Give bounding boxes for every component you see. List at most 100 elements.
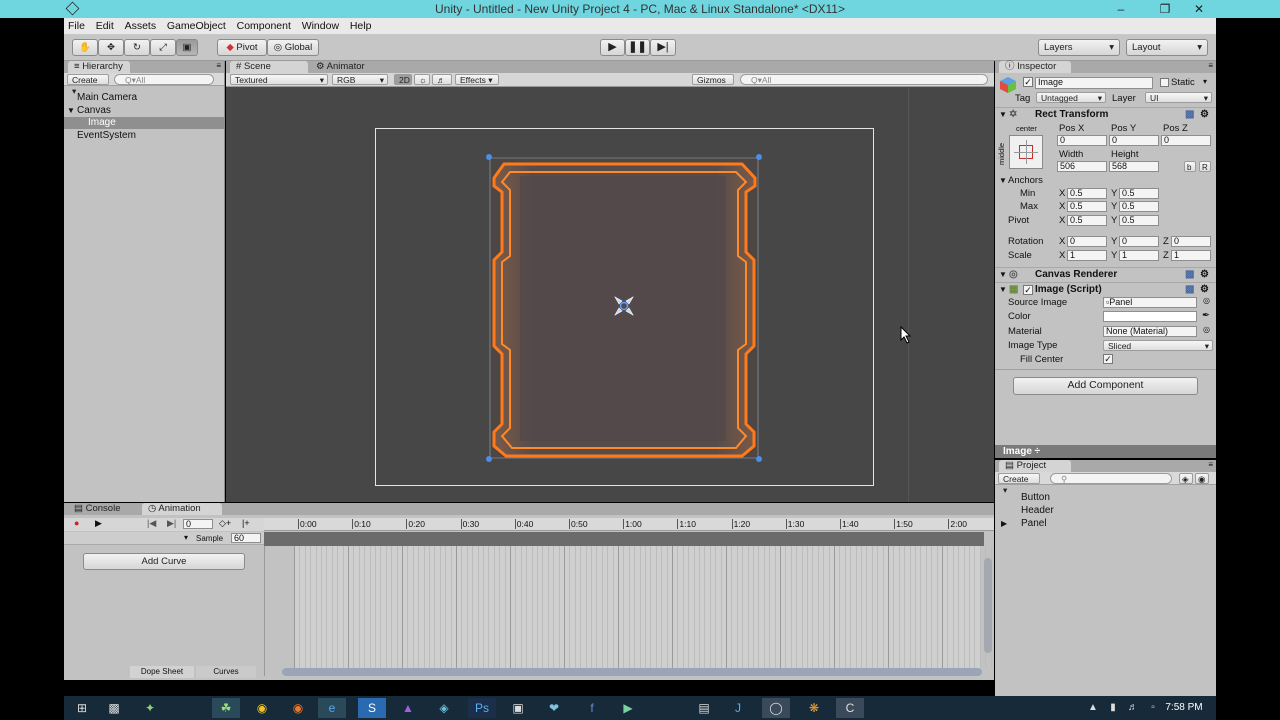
mode-2d-toggle[interactable]: 2D: [394, 74, 412, 85]
menu-window[interactable]: Window: [298, 18, 343, 34]
filter-label-icon[interactable]: ◉: [1195, 473, 1209, 484]
scene-search-input[interactable]: Q▾All: [740, 74, 988, 85]
raw-edit-button[interactable]: R: [1199, 161, 1211, 172]
active-checkbox[interactable]: ✓: [1023, 77, 1033, 87]
foldout-arrow-icon[interactable]: ▼: [999, 176, 1007, 185]
foldout-arrow-icon[interactable]: ▼: [999, 268, 1007, 282]
photoshop-icon[interactable]: Ps: [468, 698, 496, 718]
rect-tool-icon[interactable]: ▣: [176, 39, 198, 56]
gear-icon[interactable]: ⚙: [1200, 268, 1209, 282]
expand-arrow-icon[interactable]: ▶: [1001, 518, 1007, 530]
close-icon[interactable]: ✕: [1182, 0, 1216, 18]
pos-x-input[interactable]: 0: [1057, 135, 1107, 146]
help-book-icon[interactable]: ▩: [1185, 108, 1194, 122]
object-picker-icon[interactable]: ◎: [1203, 325, 1210, 334]
maximize-icon[interactable]: ❐: [1150, 0, 1180, 18]
rotation-x-input[interactable]: 0: [1067, 236, 1107, 247]
skype-icon[interactable]: S: [358, 698, 386, 718]
record-button-icon[interactable]: ●: [74, 518, 79, 528]
facebook-icon[interactable]: f: [578, 698, 606, 718]
tab-animator[interactable]: ⚙ Animator: [310, 61, 380, 73]
gear-icon[interactable]: ⚙: [1200, 108, 1209, 122]
horizontal-scrollbar[interactable]: [282, 668, 982, 676]
hierarchy-search-input[interactable]: Q▾All: [114, 74, 214, 85]
expand-arrow-icon[interactable]: ▼: [67, 105, 75, 117]
pos-y-input[interactable]: 0: [1109, 135, 1159, 146]
tray-overflow-icon[interactable]: ▲: [1084, 698, 1102, 718]
menu-assets[interactable]: Assets: [121, 18, 161, 34]
rotate-tool-icon[interactable]: ↻: [124, 39, 150, 56]
tab-console[interactable]: ▤ Console: [68, 503, 138, 515]
tab-hierarchy[interactable]: ≡ Hierarchy: [68, 61, 130, 73]
panel-menu-icon[interactable]: ≡: [216, 61, 221, 70]
hierarchy-create-dropdown[interactable]: Create ▾: [67, 74, 109, 96]
panel-menu-icon[interactable]: ≡: [1208, 61, 1213, 70]
firefox-icon[interactable]: ◉: [284, 698, 312, 718]
scale-x-input[interactable]: 1: [1067, 250, 1107, 261]
pause-button[interactable]: ❚❚: [625, 39, 650, 56]
scale-y-input[interactable]: 1: [1119, 250, 1159, 261]
chrome-icon[interactable]: ◉: [248, 698, 276, 718]
tab-animation[interactable]: ◷ Animation: [142, 503, 222, 515]
height-input[interactable]: 568: [1109, 161, 1159, 172]
color-swatch[interactable]: [1103, 311, 1197, 322]
gizmos-dropdown[interactable]: Gizmos ▾: [692, 74, 734, 96]
tab-scene[interactable]: # Scene: [230, 61, 308, 73]
unity-taskbar-icon[interactable]: ◯: [762, 698, 790, 718]
tab-project[interactable]: ▤ Project: [999, 460, 1071, 472]
project-item-button[interactable]: Button: [995, 492, 1195, 504]
rotation-z-input[interactable]: 0: [1171, 236, 1211, 247]
panel-menu-icon[interactable]: ≡: [1208, 460, 1213, 469]
rotation-y-input[interactable]: 0: [1119, 236, 1159, 247]
layers-dropdown[interactable]: Layers ▾: [1038, 39, 1120, 56]
notification-icon[interactable]: ▫: [1144, 698, 1162, 718]
vertical-scrollbar[interactable]: [984, 558, 992, 653]
app-icon[interactable]: ▣: [504, 698, 532, 718]
app-icon[interactable]: ▶: [614, 698, 642, 718]
visual-studio-icon[interactable]: ▲: [394, 698, 422, 718]
blueprint-mode-button[interactable]: b: [1184, 161, 1196, 172]
tab-inspector[interactable]: ⓘ Inspector: [999, 61, 1071, 73]
anchor-presets-button[interactable]: [1009, 135, 1043, 169]
next-key-icon[interactable]: ▶|: [167, 518, 176, 529]
app-icon[interactable]: ❤: [540, 698, 568, 718]
eyedropper-icon[interactable]: ✒: [1202, 310, 1210, 321]
anchor-max-y-input[interactable]: 0.5: [1119, 201, 1159, 212]
preview-bar[interactable]: Image ÷: [995, 445, 1216, 458]
project-item-panel[interactable]: ▶ Panel: [995, 518, 1195, 530]
layout-dropdown[interactable]: Layout ▾: [1126, 39, 1208, 56]
foldout-arrow-icon[interactable]: ▼: [999, 108, 1007, 122]
gear-icon[interactable]: ⚙: [1200, 283, 1209, 297]
frame-input[interactable]: 0: [183, 519, 213, 529]
prev-key-icon[interactable]: |◀: [147, 518, 156, 529]
canvas-renderer-header[interactable]: ▼ ◎ Canvas Renderer ▩ ⚙: [995, 267, 1216, 281]
scene-viewport[interactable]: [226, 88, 994, 502]
clip-dropdown-icon[interactable]: ▾: [184, 533, 188, 542]
app-icon[interactable]: ❋: [800, 698, 828, 718]
anchor-gizmo-icon[interactable]: [613, 295, 635, 317]
anchor-min-y-input[interactable]: 0.5: [1119, 188, 1159, 199]
play-button-icon[interactable]: ▶: [95, 518, 102, 529]
app-icon[interactable]: ✦: [136, 698, 164, 718]
image-type-dropdown[interactable]: Sliced ▾: [1103, 340, 1213, 351]
sample-input[interactable]: 60: [231, 533, 261, 543]
pivot-y-input[interactable]: 0.5: [1119, 215, 1159, 226]
source-image-field[interactable]: ▫Panel: [1103, 297, 1197, 308]
anchor-min-x-input[interactable]: 0.5: [1067, 188, 1107, 199]
add-keyframe-icon[interactable]: ◇+: [219, 518, 231, 529]
scale-tool-icon[interactable]: ⤢: [150, 39, 176, 56]
scale-z-input[interactable]: 1: [1171, 250, 1211, 261]
chevron-down-icon[interactable]: ▾: [1203, 77, 1207, 86]
project-create-dropdown[interactable]: Create ▾: [998, 473, 1040, 495]
pivot-x-input[interactable]: 0.5: [1067, 215, 1107, 226]
menu-gameobject[interactable]: GameObject: [163, 18, 230, 34]
image-enabled-checkbox[interactable]: ✓: [1023, 285, 1033, 295]
start-button-icon[interactable]: ⊞: [68, 698, 96, 718]
hierarchy-item-canvas[interactable]: ▼ Canvas: [64, 105, 224, 117]
app-icon[interactable]: ▤: [690, 698, 718, 718]
minimize-icon[interactable]: –: [1104, 0, 1138, 18]
dope-sheet-tab[interactable]: Dope Sheet: [130, 666, 194, 678]
add-curve-button[interactable]: Add Curve: [83, 553, 245, 570]
file-explorer-icon[interactable]: ▩: [100, 698, 128, 718]
app-icon[interactable]: J: [724, 698, 752, 718]
